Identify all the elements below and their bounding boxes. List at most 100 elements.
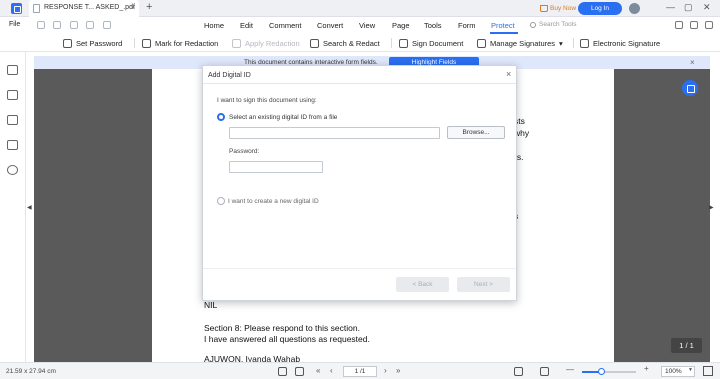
- toolbar-divider: [134, 38, 135, 48]
- close-banner-icon[interactable]: ×: [690, 58, 695, 67]
- set-password-button[interactable]: Set Password: [63, 37, 122, 49]
- fullscreen-icon[interactable]: [703, 366, 713, 376]
- buy-now-button[interactable]: Buy Now: [540, 2, 576, 15]
- file-menu[interactable]: File: [9, 21, 20, 28]
- new-id-option-label[interactable]: I want to create a new digital ID: [228, 198, 319, 205]
- pdf-file-icon: [33, 4, 40, 13]
- manage-signatures-button[interactable]: Manage Signatures ▾: [477, 37, 563, 49]
- page-layout-icon[interactable]: [514, 367, 523, 376]
- menu-comment[interactable]: Comment: [269, 21, 302, 30]
- print-icon[interactable]: [53, 21, 61, 29]
- page-text-line: I have answered all questions as request…: [204, 334, 370, 344]
- password-input[interactable]: [229, 161, 323, 173]
- existing-id-option-label[interactable]: Select an existing digital ID from a fil…: [229, 114, 337, 121]
- fit-page-icon[interactable]: [540, 367, 549, 376]
- sign-document-button[interactable]: Sign Document: [399, 37, 463, 49]
- menu-page[interactable]: Page: [392, 21, 410, 30]
- floating-action-icon[interactable]: [682, 80, 698, 96]
- comment-icon[interactable]: [7, 115, 18, 125]
- collapse-right-panel-icon[interactable]: ▶: [709, 204, 714, 211]
- zoom-in-button[interactable]: +: [644, 364, 649, 373]
- search-redact-icon: [310, 38, 319, 48]
- dialog-title: Add Digital ID: [208, 72, 251, 79]
- search-tools-placeholder: Search Tools: [539, 21, 577, 28]
- previous-page-button[interactable]: ‹: [330, 366, 333, 375]
- thumbnails-icon[interactable]: [7, 65, 18, 75]
- save-icon[interactable]: [37, 21, 45, 29]
- close-tab-icon[interactable]: ×: [130, 3, 135, 12]
- search-icon: [530, 21, 536, 28]
- last-page-button[interactable]: »: [396, 366, 400, 375]
- menu-protect[interactable]: Protect: [491, 21, 515, 30]
- zoom-slider[interactable]: [582, 368, 636, 375]
- page-text-line: AJUWON, Iyanda Wahab: [204, 354, 301, 362]
- hand-tool-icon[interactable]: [278, 367, 287, 376]
- redo-icon[interactable]: [86, 21, 94, 29]
- browse-button[interactable]: Browse...: [447, 126, 505, 139]
- quick-access-dropdown-icon[interactable]: [103, 21, 111, 29]
- back-button[interactable]: < Back: [396, 277, 449, 292]
- redaction-mark-icon: [142, 38, 151, 48]
- select-tool-icon[interactable]: [295, 367, 304, 376]
- close-dialog-icon[interactable]: ×: [506, 69, 511, 79]
- title-bar: RESPONSE T... ASKED_.pdf × + Buy Now Log…: [0, 0, 720, 17]
- app-logo: [11, 3, 22, 14]
- dialog-footer-divider: [203, 268, 516, 269]
- chevron-down-icon[interactable]: ▼: [688, 367, 693, 373]
- menu-convert[interactable]: Convert: [317, 21, 343, 30]
- undo-icon[interactable]: [70, 21, 78, 29]
- collapse-left-panel-icon[interactable]: ◀: [27, 204, 32, 211]
- toolbar-divider: [391, 38, 392, 48]
- search-icon[interactable]: [7, 165, 18, 175]
- help-icon[interactable]: [690, 21, 698, 29]
- mark-for-redaction-button[interactable]: Mark for Redaction: [142, 37, 218, 49]
- menu-home[interactable]: Home: [204, 21, 224, 30]
- menu-tools[interactable]: Tools: [424, 21, 442, 30]
- settings-icon[interactable]: [705, 21, 713, 29]
- apply-redaction-label: Apply Redaction: [245, 38, 300, 48]
- menu-edit[interactable]: Edit: [240, 21, 253, 30]
- digital-id-file-input[interactable]: [229, 127, 440, 139]
- maximize-button[interactable]: ▢: [684, 2, 693, 13]
- zoom-slider-thumb[interactable]: [598, 368, 605, 375]
- electronic-signature-button[interactable]: Electronic Signature: [580, 37, 660, 49]
- share-icon[interactable]: [675, 21, 683, 29]
- first-page-button[interactable]: «: [316, 366, 320, 375]
- page-text-line: NIL: [204, 300, 218, 310]
- electronic-signature-label: Electronic Signature: [593, 38, 661, 48]
- password-label: Password:: [229, 148, 260, 155]
- menu-bar: File Home Edit Comment Convert View Page…: [0, 17, 720, 34]
- document-tab[interactable]: RESPONSE T... ASKED_.pdf ×: [29, 0, 139, 17]
- notification-icon[interactable]: [629, 3, 640, 14]
- menu-view[interactable]: View: [359, 21, 375, 30]
- page-number-input[interactable]: 1 /1: [343, 366, 377, 377]
- manage-signatures-icon: [477, 38, 486, 48]
- manage-signatures-label: Manage Signatures: [490, 38, 556, 48]
- mark-for-redaction-label: Mark for Redaction: [155, 38, 219, 48]
- dialog-divider: [203, 83, 516, 84]
- next-button[interactable]: Next >: [457, 277, 510, 292]
- close-window-button[interactable]: ✕: [703, 2, 711, 13]
- bookmark-icon[interactable]: [7, 90, 18, 100]
- menu-form[interactable]: Form: [458, 21, 476, 30]
- apply-redaction-icon: [232, 38, 241, 48]
- add-digital-id-dialog: Add Digital ID × I want to sign this doc…: [202, 65, 517, 301]
- search-tools-field[interactable]: Search Tools: [530, 21, 576, 28]
- sign-document-icon: [399, 38, 408, 48]
- apply-redaction-button[interactable]: Apply Redaction: [232, 37, 300, 49]
- buy-now-label: Buy Now: [550, 5, 577, 12]
- zoom-out-button[interactable]: —: [566, 365, 574, 374]
- existing-id-radio[interactable]: [217, 113, 225, 121]
- page-text-line: Section 8: Please respond to this sectio…: [204, 323, 360, 333]
- document-tab-title: RESPONSE T... ASKED_.pdf: [44, 4, 135, 11]
- next-page-button[interactable]: ›: [384, 366, 387, 375]
- attachment-icon[interactable]: [7, 140, 18, 150]
- new-id-radio[interactable]: [217, 197, 225, 205]
- new-tab-button[interactable]: +: [146, 1, 152, 13]
- page-dimensions: 21.59 x 27.94 cm: [6, 368, 56, 375]
- login-button[interactable]: Log In: [578, 2, 622, 15]
- cart-icon: [540, 5, 548, 12]
- chevron-down-icon: ▾: [559, 38, 563, 48]
- minimize-button[interactable]: —: [666, 2, 675, 12]
- search-redact-button[interactable]: Search & Redact: [310, 37, 380, 49]
